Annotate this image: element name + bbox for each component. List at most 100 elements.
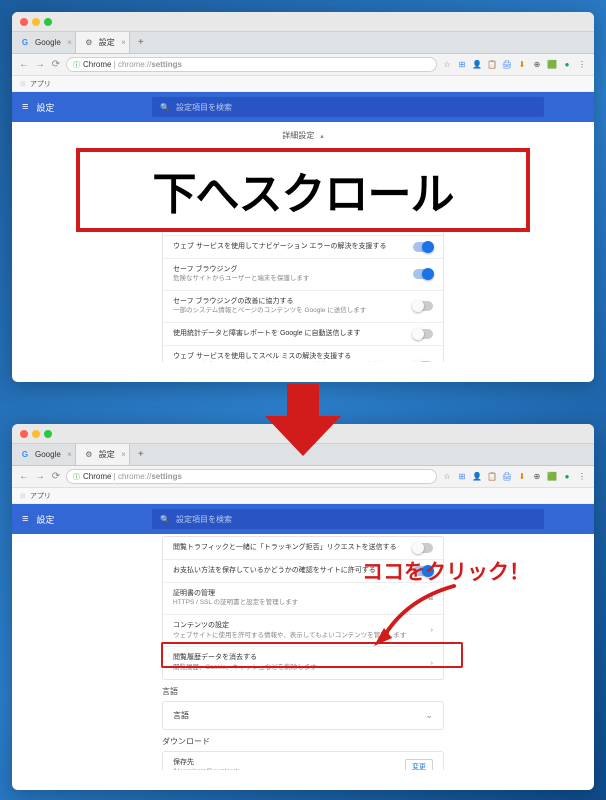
forward-icon[interactable]: → bbox=[34, 59, 46, 70]
url-host: Chrome bbox=[83, 472, 111, 481]
tab-label: Google bbox=[35, 38, 61, 47]
extension-icons: ☆ ⊞ 👤 📋 🖨 ⬇ ⊕ 🟩 ● ⋮ bbox=[441, 59, 588, 71]
ext-icon[interactable]: 📋 bbox=[486, 471, 498, 483]
star-icon[interactable]: ☆ bbox=[441, 59, 453, 71]
close-icon[interactable]: × bbox=[67, 38, 72, 47]
chevron-down-icon: ⌄ bbox=[425, 710, 433, 721]
apps-grid-icon[interactable]: ⊞ bbox=[20, 80, 26, 88]
close-icon[interactable]: × bbox=[121, 450, 126, 459]
back-icon[interactable]: ← bbox=[18, 59, 30, 70]
ext-icon[interactable]: 🟩 bbox=[546, 471, 558, 483]
star-icon[interactable]: ☆ bbox=[441, 471, 453, 483]
reload-icon[interactable]: ⟳ bbox=[50, 59, 62, 70]
bookmarks-bar: ⊞ アプリ bbox=[12, 488, 594, 504]
apps-label[interactable]: アプリ bbox=[30, 79, 51, 89]
address-bar[interactable]: ⓘ Chrome | chrome://settings bbox=[66, 469, 437, 484]
ext-icon[interactable]: 🖨 bbox=[501, 59, 513, 71]
advanced-toggle[interactable]: 詳細設定▴ bbox=[52, 122, 554, 149]
url-host: Chrome bbox=[83, 60, 111, 69]
favicon-settings: ⚙ bbox=[84, 38, 94, 48]
reload-icon[interactable]: ⟳ bbox=[50, 471, 62, 482]
forward-icon[interactable]: → bbox=[34, 471, 46, 482]
lock-icon: ⓘ bbox=[73, 472, 80, 482]
settings-appbar: ≡ 設定 🔍 設定項目を検索 bbox=[12, 504, 594, 534]
language-expander[interactable]: 言語 ⌄ bbox=[162, 701, 444, 730]
ext-icon[interactable]: ⊕ bbox=[531, 59, 543, 71]
settings-row[interactable]: ウェブ サービスを使用してナビゲーション エラーの解決を支援する bbox=[163, 236, 443, 259]
avatar-icon[interactable]: ● bbox=[561, 59, 573, 71]
traffic-max-icon[interactable] bbox=[44, 18, 52, 26]
toggle-switch[interactable] bbox=[413, 361, 433, 362]
tab-strip: G Google × ⚙ 設定 × + bbox=[12, 32, 594, 54]
back-icon[interactable]: ← bbox=[18, 471, 30, 482]
menu-icon[interactable]: ⋮ bbox=[576, 59, 588, 71]
settings-row[interactable]: セーフ ブラウジングの改善に協力する一部のシステム情報とページのコンテンツを G… bbox=[163, 291, 443, 323]
toggle-switch[interactable] bbox=[413, 301, 433, 311]
new-tab-button[interactable]: + bbox=[130, 444, 152, 465]
ext-icon[interactable]: ⊕ bbox=[531, 471, 543, 483]
favicon-google: G bbox=[20, 450, 30, 460]
app-title: 設定 bbox=[36, 513, 54, 526]
download-card: 保存先/Users/nam/Downloads変更 ダウンロード前に各ファイルの… bbox=[162, 751, 444, 770]
url-path: | chrome://settings bbox=[111, 60, 182, 69]
extension-icons: ☆ ⊞ 👤 📋 🖨 ⬇ ⊕ 🟩 ● ⋮ bbox=[441, 471, 588, 483]
traffic-close-icon[interactable] bbox=[20, 430, 28, 438]
apps-grid-icon[interactable]: ⊞ bbox=[20, 492, 26, 500]
favicon-settings: ⚙ bbox=[84, 450, 94, 460]
settings-row[interactable]: セーフ ブラウジング危険なサイトからユーザーと端末を保護します bbox=[163, 259, 443, 291]
ext-icon[interactable]: ⊞ bbox=[456, 471, 468, 483]
hamburger-icon[interactable]: ≡ bbox=[22, 101, 28, 113]
toolbar: ← → ⟳ ⓘ Chrome | chrome://settings ☆ ⊞ 👤… bbox=[12, 466, 594, 488]
scroll-down-annotation: 下へスクロール bbox=[76, 148, 530, 232]
settings-row: 保存先/Users/nam/Downloads変更 bbox=[163, 752, 443, 770]
settings-search[interactable]: 🔍 設定項目を検索 bbox=[152, 509, 544, 529]
search-icon: 🔍 bbox=[160, 515, 170, 524]
settings-appbar: ≡ 設定 🔍 設定項目を検索 bbox=[12, 92, 594, 122]
traffic-max-icon[interactable] bbox=[44, 430, 52, 438]
url-path: | chrome://settings bbox=[111, 472, 182, 481]
tab-google[interactable]: G Google × bbox=[12, 32, 76, 53]
bookmarks-bar: ⊞ アプリ bbox=[12, 76, 594, 92]
mac-titlebar bbox=[12, 12, 594, 32]
tab-label: Google bbox=[35, 450, 61, 459]
menu-icon[interactable]: ⋮ bbox=[576, 471, 588, 483]
down-arrow-annotation bbox=[265, 384, 341, 456]
new-tab-button[interactable]: + bbox=[130, 32, 152, 53]
toggle-switch[interactable] bbox=[413, 329, 433, 339]
hamburger-icon[interactable]: ≡ bbox=[22, 513, 28, 525]
ext-icon[interactable]: ⬇ bbox=[516, 59, 528, 71]
toggle-switch[interactable] bbox=[413, 543, 433, 553]
ext-icon[interactable]: 📋 bbox=[486, 59, 498, 71]
tab-settings[interactable]: ⚙ 設定 × bbox=[76, 444, 130, 465]
toggle-switch[interactable] bbox=[413, 269, 433, 279]
search-icon: 🔍 bbox=[160, 103, 170, 112]
ext-icon[interactable]: 🖨 bbox=[501, 471, 513, 483]
close-icon[interactable]: × bbox=[67, 450, 72, 459]
ext-icon[interactable]: ⬇ bbox=[516, 471, 528, 483]
settings-row[interactable]: 使用統計データと障害レポートを Google に自動送信します bbox=[163, 323, 443, 346]
ext-icon[interactable]: ⊞ bbox=[456, 59, 468, 71]
traffic-close-icon[interactable] bbox=[20, 18, 28, 26]
change-button[interactable]: 変更 bbox=[405, 759, 433, 770]
toolbar: ← → ⟳ ⓘ Chrome | chrome://settings ☆ ⊞ 👤… bbox=[12, 54, 594, 76]
address-bar[interactable]: ⓘ Chrome | chrome://settings bbox=[66, 57, 437, 72]
close-icon[interactable]: × bbox=[121, 38, 126, 47]
tab-label: 設定 bbox=[99, 37, 115, 48]
toggle-switch[interactable] bbox=[413, 242, 433, 252]
browser-window-after: G Google × ⚙ 設定 × + ← → ⟳ ⓘ Chrome | chr… bbox=[12, 424, 594, 790]
appbar-left: ≡ 設定 bbox=[12, 92, 152, 122]
tab-settings[interactable]: ⚙ 設定 × bbox=[76, 32, 130, 53]
chevron-up-icon: ▴ bbox=[320, 133, 324, 140]
settings-search[interactable]: 🔍 設定項目を検索 bbox=[152, 97, 544, 117]
traffic-min-icon[interactable] bbox=[32, 430, 40, 438]
traffic-min-icon[interactable] bbox=[32, 18, 40, 26]
settings-row[interactable]: ウェブ サービスを使用してスペル ミスの解決を支援するユーザーがブラウザに入力し… bbox=[163, 346, 443, 362]
ext-icon[interactable]: 🟩 bbox=[546, 59, 558, 71]
ext-icon[interactable]: 👤 bbox=[471, 471, 483, 483]
search-placeholder: 設定項目を検索 bbox=[176, 102, 232, 113]
ext-icon[interactable]: 👤 bbox=[471, 59, 483, 71]
avatar-icon[interactable]: ● bbox=[561, 471, 573, 483]
apps-label[interactable]: アプリ bbox=[30, 491, 51, 501]
chevron-right-icon: › bbox=[431, 660, 433, 667]
tab-google[interactable]: G Google × bbox=[12, 444, 76, 465]
